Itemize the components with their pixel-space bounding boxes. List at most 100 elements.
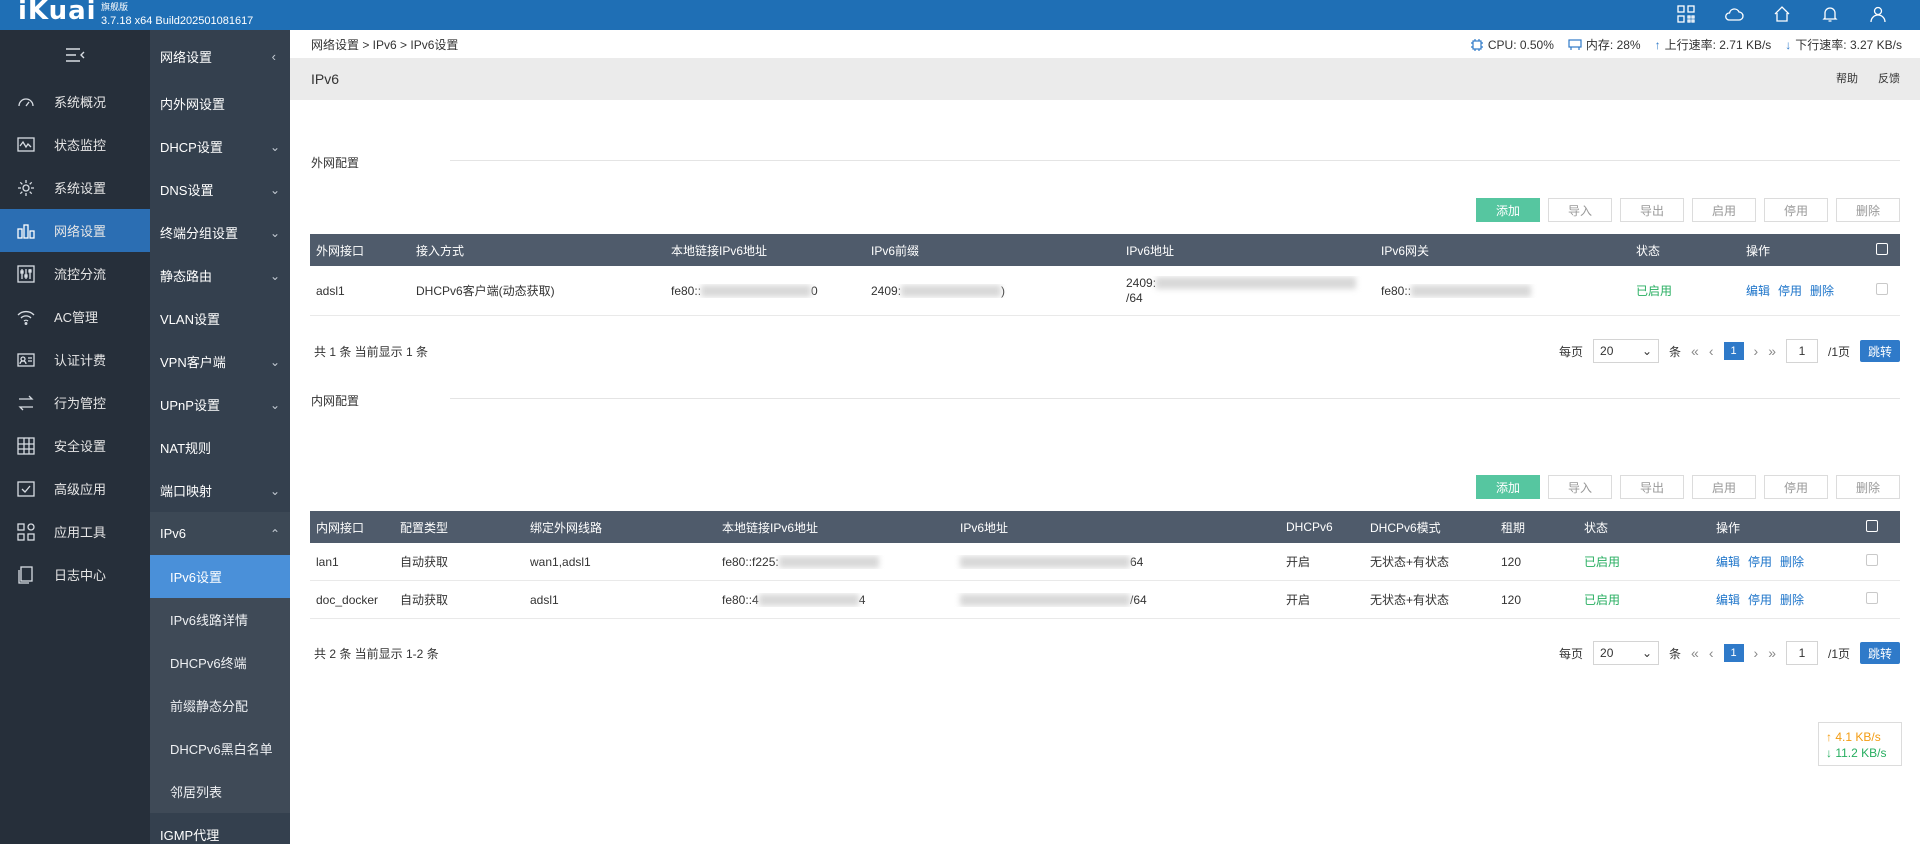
lan-disable-button[interactable]: 停用: [1764, 475, 1828, 499]
prev-page-icon[interactable]: ‹: [1709, 645, 1714, 661]
last-page-icon[interactable]: »: [1768, 645, 1776, 661]
nav-item-7[interactable]: 行为管控: [0, 381, 150, 424]
nav-item-4[interactable]: 流控分流: [0, 252, 150, 295]
sub-nav-child-4[interactable]: DHCPv6黑白名单: [150, 727, 290, 770]
last-page-icon[interactable]: »: [1768, 343, 1776, 359]
edit-link[interactable]: 编辑: [1716, 555, 1740, 569]
nav-item-11[interactable]: 日志中心: [0, 553, 150, 596]
sub-nav-item-1[interactable]: DHCP设置 ⌄: [150, 125, 290, 168]
sub-nav-item-8[interactable]: NAT规则: [150, 426, 290, 469]
nav-item-9[interactable]: 高级应用: [0, 467, 150, 510]
nav-item-5[interactable]: AC管理: [0, 295, 150, 338]
checkbox-icon[interactable]: [1876, 242, 1888, 255]
feedback-link[interactable]: 反馈: [1878, 70, 1900, 86]
sub-nav-child-3[interactable]: 前缀静态分配: [150, 684, 290, 727]
sub-nav-item-0[interactable]: 内外网设置: [150, 82, 290, 125]
lan-ops: 编辑 停用 删除: [1710, 591, 1860, 608]
sub-nav-header[interactable]: 网络设置 ‹: [150, 30, 290, 82]
checkbox-icon[interactable]: [1866, 554, 1878, 566]
sub-nav-item-7[interactable]: UPnP设置 ⌄: [150, 383, 290, 426]
sub-nav-item-5[interactable]: VLAN设置: [150, 297, 290, 340]
lan-import-button[interactable]: 导入: [1548, 475, 1612, 499]
per-page-select[interactable]: 20 ⌄: [1593, 641, 1660, 665]
first-page-icon[interactable]: «: [1691, 343, 1699, 359]
sub-nav-child-0[interactable]: IPv6设置: [150, 555, 290, 598]
row-checkbox[interactable]: [1870, 283, 1900, 298]
lan-col-status: 状态: [1584, 520, 1609, 535]
next-page-icon[interactable]: ›: [1754, 645, 1759, 661]
wan-add-button[interactable]: 添加: [1476, 198, 1540, 222]
row-checkbox[interactable]: [1860, 592, 1890, 607]
nav-item-3[interactable]: 网络设置: [0, 209, 150, 252]
nav-item-label: 高级应用: [54, 482, 107, 497]
cpu-value: CPU: 0.50%: [1487, 37, 1554, 52]
home-icon[interactable]: [1770, 2, 1794, 26]
table-row[interactable]: adsl1 DHCPv6客户端(动态获取) fe80:: 0 2409:) 240…: [310, 266, 1900, 316]
page-input[interactable]: 1: [1785, 339, 1818, 363]
nav-item-6[interactable]: 认证计费: [0, 338, 150, 381]
sub-nav-item-2[interactable]: DNS设置 ⌄: [150, 168, 290, 211]
nav-item-10[interactable]: 应用工具: [0, 510, 150, 553]
wan-enable-button[interactable]: 启用: [1692, 198, 1756, 222]
checkbox-icon[interactable]: [1876, 283, 1888, 295]
nav-item-1[interactable]: 状态监控: [0, 123, 150, 166]
nav-item-0[interactable]: 系统概况: [0, 80, 150, 123]
disable-link[interactable]: 停用: [1778, 284, 1802, 298]
lan-delete-button[interactable]: 删除: [1836, 475, 1900, 499]
nav-item-label: 认证计费: [54, 353, 107, 368]
disable-link[interactable]: 停用: [1748, 593, 1772, 607]
next-page-icon[interactable]: ›: [1754, 343, 1759, 359]
nav-item-8[interactable]: 安全设置: [0, 424, 150, 467]
lan-enable-button[interactable]: 启用: [1692, 475, 1756, 499]
table-row[interactable]: doc_docker 自动获取 adsl1 fe80::4 4 /64 开启 无状…: [310, 581, 1900, 619]
wan-select-all[interactable]: [1870, 242, 1900, 258]
sub-nav-item-9[interactable]: 端口映射 ⌄: [150, 469, 290, 512]
lan-col-iface: 内网接口: [316, 520, 365, 535]
wan-delete-button[interactable]: 删除: [1836, 198, 1900, 222]
lan-add-button[interactable]: 添加: [1476, 475, 1540, 499]
sub-nav-item-igmp[interactable]: IGMP代理: [150, 813, 290, 844]
table-row[interactable]: lan1 自动获取 wan1,adsl1 fe80::f225: 64 开启 无…: [310, 543, 1900, 581]
nav-item-2[interactable]: 系统设置: [0, 166, 150, 209]
delete-link[interactable]: 删除: [1780, 593, 1804, 607]
sub-nav-item-6[interactable]: VPN客户端 ⌄: [150, 340, 290, 383]
page-input[interactable]: 1: [1785, 641, 1818, 665]
sub-nav-item-4[interactable]: 静态路由 ⌄: [150, 254, 290, 297]
edit-link[interactable]: 编辑: [1716, 593, 1740, 607]
edition-label: 旗舰版: [101, 2, 129, 12]
checkbox-icon[interactable]: [1866, 592, 1878, 604]
first-page-icon[interactable]: «: [1691, 645, 1699, 661]
sub-nav-item-3[interactable]: 终端分组设置 ⌄: [150, 211, 290, 254]
checkbox-icon[interactable]: [1866, 519, 1878, 532]
apps-icon[interactable]: [1674, 2, 1698, 26]
chevron-left-icon[interactable]: ‹: [272, 49, 276, 64]
cloud-icon[interactable]: [1722, 2, 1746, 26]
sub-nav-child-1[interactable]: IPv6线路详情: [150, 598, 290, 641]
wan-disable-button[interactable]: 停用: [1764, 198, 1828, 222]
row-checkbox[interactable]: [1860, 554, 1890, 569]
sub-nav-child-5[interactable]: 邻居列表: [150, 770, 290, 813]
lan-dhcpv6: 开启: [1286, 593, 1311, 607]
per-page-select[interactable]: 20 ⌄: [1593, 339, 1660, 363]
prev-page-icon[interactable]: ‹: [1709, 343, 1714, 359]
wan-export-button[interactable]: 导出: [1620, 198, 1684, 222]
delete-link[interactable]: 删除: [1780, 555, 1804, 569]
disable-link[interactable]: 停用: [1748, 555, 1772, 569]
collapse-toggle[interactable]: [0, 30, 150, 80]
sub-nav-child-2[interactable]: DHCPv6终端: [150, 641, 290, 684]
user-icon[interactable]: [1866, 2, 1890, 26]
wan-col-mode: 接入方式: [416, 243, 465, 258]
lan-export-button[interactable]: 导出: [1620, 475, 1684, 499]
help-link[interactable]: 帮助: [1836, 70, 1858, 86]
jump-button[interactable]: 跳转: [1860, 642, 1900, 664]
current-page[interactable]: 1: [1723, 644, 1744, 662]
lan-linklocal-tail: 4: [858, 592, 866, 607]
lan-select-all[interactable]: [1860, 519, 1890, 535]
sub-nav-item-10[interactable]: IPv6 ⌃: [150, 512, 290, 555]
jump-button[interactable]: 跳转: [1860, 340, 1900, 362]
current-page[interactable]: 1: [1723, 342, 1744, 360]
delete-link[interactable]: 删除: [1810, 284, 1834, 298]
edit-link[interactable]: 编辑: [1746, 284, 1770, 298]
bell-icon[interactable]: [1818, 2, 1842, 26]
wan-import-button[interactable]: 导入: [1548, 198, 1612, 222]
